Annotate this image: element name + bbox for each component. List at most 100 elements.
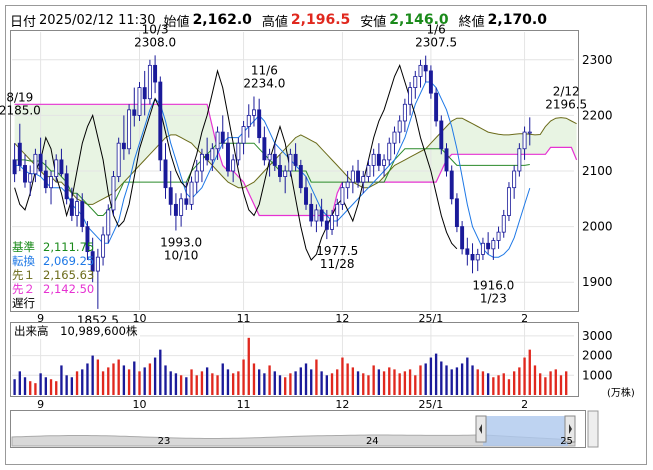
candle-body bbox=[465, 248, 470, 255]
extreme-value-label: 2234.0 bbox=[243, 76, 285, 90]
price-tick-label: 1900 bbox=[582, 275, 613, 289]
volume-bar bbox=[107, 367, 110, 395]
candle-body bbox=[252, 109, 256, 116]
candle-body bbox=[350, 170, 355, 183]
volume-time-tick-label: 9 bbox=[37, 398, 44, 411]
volume-bar bbox=[23, 377, 27, 395]
volume-bar bbox=[81, 369, 84, 395]
minimap-scrollbar[interactable] bbox=[587, 410, 599, 448]
candle-body bbox=[283, 170, 288, 177]
price-tick-label: 2100 bbox=[582, 164, 613, 178]
volume-bar bbox=[351, 367, 355, 395]
minimap-selection bbox=[483, 416, 568, 446]
candle-body bbox=[17, 142, 22, 166]
volume-bar bbox=[49, 379, 53, 395]
volume-bar bbox=[143, 367, 146, 395]
volume-bar bbox=[39, 373, 42, 395]
volume-tick-label: 3000 bbox=[582, 329, 613, 343]
stock-chart-svg: 8/192185.0 10/32308.0 11/62234.0 1/62307.5 2… bbox=[0, 5, 647, 465]
extreme-value-label: 1916.0 bbox=[472, 278, 514, 292]
candle-body bbox=[298, 165, 303, 189]
extreme-date-label: 11/28 bbox=[320, 257, 355, 271]
candle-body bbox=[304, 187, 308, 205]
volume-bar bbox=[398, 373, 401, 395]
volume-bar bbox=[408, 369, 412, 395]
volume-bar bbox=[231, 373, 235, 395]
candle-body bbox=[408, 87, 413, 105]
volume-bar bbox=[434, 353, 438, 395]
volume-bar bbox=[502, 373, 505, 395]
candle-body bbox=[184, 198, 189, 205]
volume-bar bbox=[549, 371, 552, 395]
price-tick-label: 2300 bbox=[582, 53, 613, 67]
volume-bar bbox=[133, 361, 136, 395]
candle-body bbox=[54, 159, 59, 177]
candle-body bbox=[423, 64, 428, 72]
volume-bar bbox=[179, 375, 183, 395]
volume-bar bbox=[65, 375, 68, 395]
time-tick-label: 25/1 bbox=[419, 312, 444, 325]
candle-body bbox=[418, 64, 423, 77]
minimap-year-label: 24 bbox=[366, 436, 379, 447]
minimap-year-label: 23 bbox=[158, 436, 171, 447]
volume-bar bbox=[101, 371, 105, 395]
candle-body bbox=[439, 120, 444, 150]
minimap-year-label: 25 bbox=[560, 436, 573, 447]
candle-body bbox=[293, 153, 298, 166]
candle-body bbox=[137, 87, 142, 116]
candle-body bbox=[142, 87, 147, 100]
candle-body bbox=[101, 234, 106, 258]
legend-value: 2,142.50 bbox=[43, 282, 95, 296]
volume-bar bbox=[221, 363, 224, 395]
volume-bar bbox=[382, 371, 386, 395]
candle-body bbox=[496, 231, 501, 241]
volume-value: 10,989,600株 bbox=[60, 324, 138, 338]
candle-body bbox=[366, 165, 371, 177]
volume-bar bbox=[13, 379, 16, 395]
volume-bar bbox=[414, 375, 417, 395]
volume-bar bbox=[96, 359, 100, 395]
volume-bar bbox=[18, 371, 21, 395]
candle-body bbox=[491, 240, 496, 250]
volume-bar bbox=[268, 365, 271, 395]
extreme-value-label: 1993.0 bbox=[160, 235, 202, 249]
candle-body bbox=[506, 187, 511, 216]
candle-body bbox=[194, 170, 199, 183]
candle-body bbox=[147, 64, 152, 100]
candle-body bbox=[335, 203, 340, 216]
candle-body bbox=[319, 209, 324, 222]
legend-item: 先１ 2,165.63 bbox=[12, 268, 94, 282]
volume-bar bbox=[278, 375, 282, 395]
volume-bar bbox=[330, 373, 334, 395]
legend-value: 2,069.25 bbox=[43, 254, 95, 268]
volume-bar bbox=[336, 369, 339, 395]
legend-value: 2,165.63 bbox=[43, 268, 95, 282]
volume-bar bbox=[169, 371, 172, 395]
volume-time-tick-label: 11 bbox=[237, 398, 251, 411]
candle-body bbox=[23, 165, 27, 183]
candle-body bbox=[475, 253, 480, 261]
candle-body bbox=[262, 137, 267, 161]
volume-bar bbox=[539, 373, 542, 395]
volume-bar bbox=[174, 373, 178, 395]
legend-label: 基準 bbox=[12, 240, 35, 254]
volume-bar bbox=[310, 369, 313, 395]
volume-bar bbox=[44, 377, 47, 395]
volume-bar bbox=[388, 367, 391, 395]
candle-body bbox=[309, 203, 314, 222]
volume-bar bbox=[346, 363, 349, 395]
candle-body bbox=[371, 153, 376, 166]
volume-bar bbox=[91, 355, 94, 395]
candle-body bbox=[236, 142, 241, 161]
price-tick-label: 2000 bbox=[582, 220, 613, 234]
volume-bar bbox=[315, 359, 318, 395]
volume-bar bbox=[455, 367, 459, 395]
candle-body bbox=[12, 159, 17, 175]
volume-bar bbox=[289, 373, 292, 395]
candle-body bbox=[330, 215, 334, 230]
volume-bar bbox=[372, 365, 375, 395]
legend-label: 先１ bbox=[12, 268, 35, 282]
volume-bar bbox=[148, 363, 152, 395]
volume-bar bbox=[247, 337, 250, 395]
extreme-date-label: 10/10 bbox=[164, 248, 199, 262]
